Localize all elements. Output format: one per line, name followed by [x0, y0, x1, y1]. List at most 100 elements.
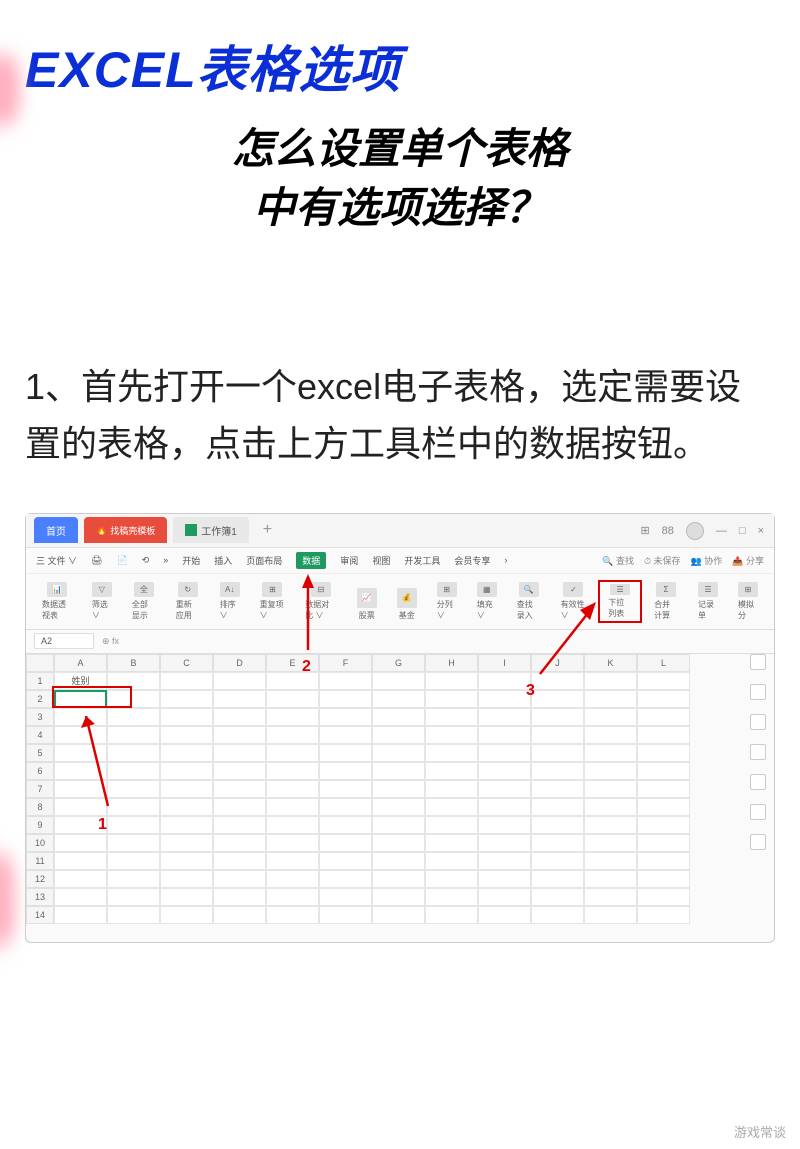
toolbar-填充 ∨[interactable]: ▦填充 ∨ [469, 580, 505, 623]
side-tool-5[interactable] [750, 774, 766, 790]
cell[interactable] [425, 888, 478, 906]
cell[interactable] [372, 798, 425, 816]
cell[interactable] [478, 762, 531, 780]
cell[interactable] [637, 798, 690, 816]
row-header-5[interactable]: 5 [26, 744, 54, 762]
side-tool-2[interactable] [750, 684, 766, 700]
cell[interactable] [425, 744, 478, 762]
tab-template[interactable]: 🔥 找稿壳模板 [84, 517, 167, 543]
cell[interactable] [319, 888, 372, 906]
col-header-I[interactable]: I [478, 654, 531, 672]
row-header-1[interactable]: 1 [26, 672, 54, 690]
cell[interactable] [637, 672, 690, 690]
cell[interactable] [213, 852, 266, 870]
cell[interactable] [160, 708, 213, 726]
cell[interactable] [213, 744, 266, 762]
toolbar-数据对比 ∨[interactable]: ⊟数据对比 ∨ [297, 580, 345, 623]
tab-pagelayout[interactable]: 页面布局 [246, 554, 282, 567]
cell[interactable] [160, 888, 213, 906]
cell[interactable] [372, 870, 425, 888]
col-header-J[interactable]: J [531, 654, 584, 672]
cell[interactable] [584, 762, 637, 780]
cell[interactable] [425, 906, 478, 924]
cell[interactable] [54, 798, 107, 816]
cell[interactable] [372, 888, 425, 906]
cell[interactable] [531, 762, 584, 780]
toolbar-记录单[interactable]: ☰记录单 [690, 580, 726, 623]
toolbar-排序 ∨[interactable]: A↓排序 ∨ [212, 580, 248, 623]
cell[interactable] [107, 672, 160, 690]
cell[interactable] [531, 672, 584, 690]
cell[interactable] [584, 852, 637, 870]
cell[interactable] [531, 906, 584, 924]
cell[interactable] [372, 690, 425, 708]
side-tool-3[interactable] [750, 714, 766, 730]
col-header-A[interactable]: A [54, 654, 107, 672]
cell[interactable] [637, 888, 690, 906]
new-tab-button[interactable]: + [263, 521, 272, 539]
cell[interactable] [478, 870, 531, 888]
cell[interactable] [107, 726, 160, 744]
cell[interactable] [372, 708, 425, 726]
cell[interactable] [372, 906, 425, 924]
toolbar-基金[interactable]: 💰基金 [389, 580, 425, 623]
tab-start[interactable]: 开始 [182, 554, 200, 567]
cell[interactable] [266, 780, 319, 798]
cell[interactable] [637, 852, 690, 870]
cell[interactable] [478, 690, 531, 708]
col-header-C[interactable]: C [160, 654, 213, 672]
cell[interactable] [637, 906, 690, 924]
corner-cell[interactable] [26, 654, 54, 672]
cell[interactable] [160, 780, 213, 798]
cell[interactable] [478, 672, 531, 690]
cell[interactable] [425, 834, 478, 852]
cell[interactable] [584, 708, 637, 726]
cell[interactable] [54, 906, 107, 924]
cell[interactable] [425, 690, 478, 708]
cell[interactable] [319, 780, 372, 798]
cell[interactable] [531, 780, 584, 798]
overflow-arrow[interactable]: » [163, 555, 168, 565]
cell[interactable] [107, 762, 160, 780]
cell[interactable] [266, 906, 319, 924]
toolbar-模拟分[interactable]: ⊞模拟分 [730, 580, 766, 623]
cell[interactable] [107, 888, 160, 906]
cell[interactable] [107, 834, 160, 852]
tab-insert[interactable]: 插入 [214, 554, 232, 567]
cell[interactable] [107, 798, 160, 816]
apps-icon[interactable]: 88 [662, 525, 674, 537]
toolbar-筛选 ∨[interactable]: ▽筛选 ∨ [84, 580, 120, 623]
cell[interactable] [160, 744, 213, 762]
cell[interactable] [584, 816, 637, 834]
cell[interactable] [637, 690, 690, 708]
cell[interactable] [107, 780, 160, 798]
cell[interactable] [425, 672, 478, 690]
row-header-14[interactable]: 14 [26, 906, 54, 924]
col-header-G[interactable]: G [372, 654, 425, 672]
tab-review[interactable]: 审阅 [340, 554, 358, 567]
cell[interactable] [319, 708, 372, 726]
cell[interactable] [372, 852, 425, 870]
cell[interactable] [213, 690, 266, 708]
cell[interactable] [266, 708, 319, 726]
row-header-9[interactable]: 9 [26, 816, 54, 834]
row-header-13[interactable]: 13 [26, 888, 54, 906]
toolbar-有效性 ∨[interactable]: ✓有效性 ∨ [553, 580, 595, 623]
tab-data-active[interactable]: 数据 [296, 552, 326, 569]
cell[interactable] [372, 834, 425, 852]
cell[interactable] [160, 870, 213, 888]
cell[interactable] [584, 726, 637, 744]
col-header-L[interactable]: L [637, 654, 690, 672]
cell[interactable] [54, 870, 107, 888]
cell[interactable] [478, 708, 531, 726]
cell[interactable] [637, 834, 690, 852]
cell[interactable] [372, 780, 425, 798]
cell[interactable] [266, 870, 319, 888]
cell[interactable] [213, 906, 266, 924]
toolbar-重复项 ∨[interactable]: ⊞重复项 ∨ [252, 580, 294, 623]
cell[interactable] [319, 852, 372, 870]
cell[interactable] [54, 852, 107, 870]
row-header-6[interactable]: 6 [26, 762, 54, 780]
cell[interactable] [637, 726, 690, 744]
side-tool-1[interactable] [750, 654, 766, 670]
